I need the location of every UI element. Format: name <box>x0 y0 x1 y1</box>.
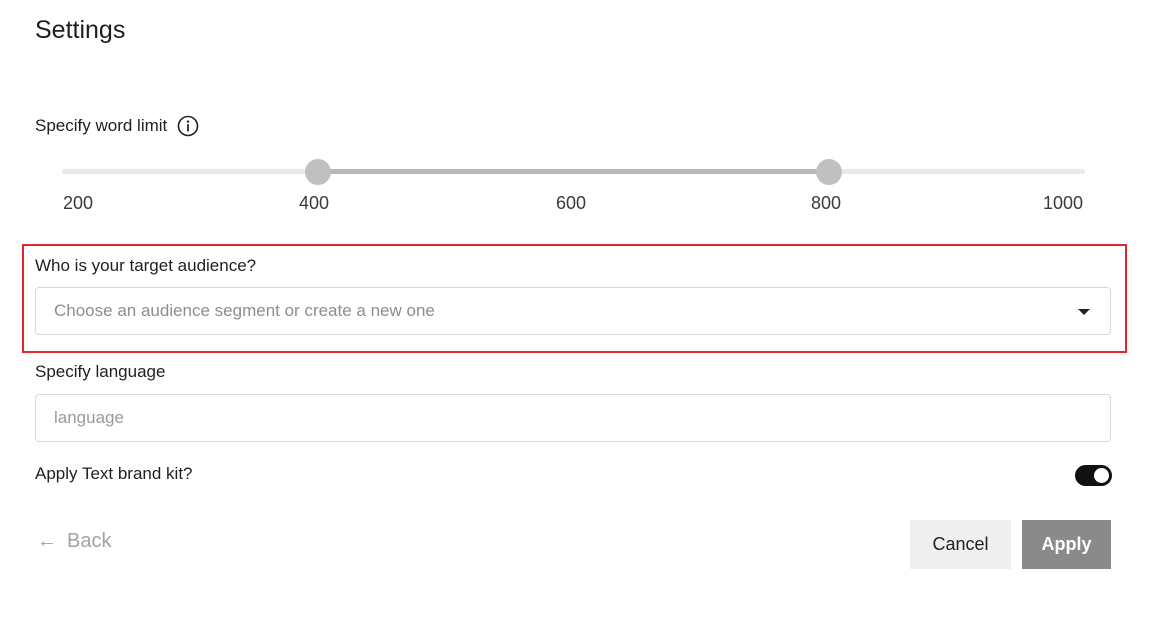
info-icon[interactable] <box>177 115 199 137</box>
back-label: Back <box>67 530 112 552</box>
word-limit-label-row: Specify word limit <box>35 115 199 137</box>
slider-tick-label: 800 <box>811 193 842 213</box>
slider-thumb-high[interactable] <box>816 159 843 185</box>
caret-down-icon[interactable] <box>1078 309 1090 315</box>
slider-tick-label: 200 <box>63 193 94 213</box>
slider-thumb-low[interactable] <box>304 159 331 185</box>
language-label: Specify language <box>35 362 166 381</box>
page-title: Settings <box>35 16 126 44</box>
word-limit-label: Specify word limit <box>35 116 168 135</box>
arrow-left-icon: ← <box>37 530 57 552</box>
slider-selected-range <box>317 169 830 174</box>
audience-label: Who is your target audience? <box>35 256 257 275</box>
audience-select-placeholder: Choose an audience segment or create a n… <box>54 301 435 320</box>
brand-kit-label: Apply Text brand kit? <box>35 464 193 483</box>
slider-tick-label: 600 <box>556 193 587 213</box>
apply-button[interactable]: Apply <box>1022 520 1111 569</box>
language-input[interactable] <box>35 394 1111 442</box>
back-link[interactable]: ← Back <box>37 530 111 553</box>
slider-tick-label: 1000 <box>1043 193 1084 213</box>
word-limit-slider[interactable] <box>62 159 1085 185</box>
cancel-button[interactable]: Cancel <box>910 520 1011 569</box>
audience-select[interactable]: Choose an audience segment or create a n… <box>35 287 1111 335</box>
slider-tick-label: 400 <box>299 193 330 213</box>
toggle-knob <box>1094 468 1109 483</box>
settings-panel: Settings Specify word limit 200 400 600 … <box>0 0 1154 626</box>
brand-kit-toggle[interactable] <box>1075 465 1112 486</box>
